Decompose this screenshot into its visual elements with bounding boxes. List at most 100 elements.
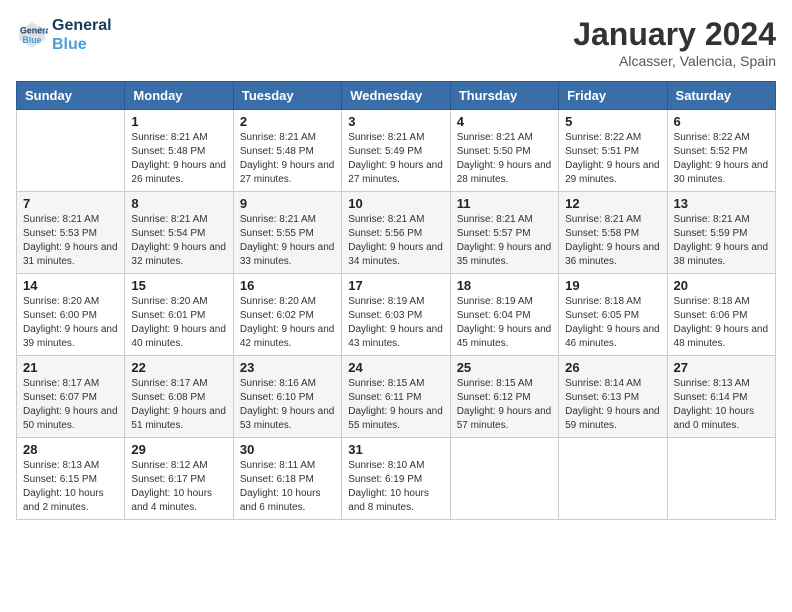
calendar-table: Sunday Monday Tuesday Wednesday Thursday…: [16, 81, 776, 520]
day-cell: 18 Sunrise: 8:19 AMSunset: 6:04 PMDayligh…: [450, 274, 558, 356]
day-cell: [450, 438, 558, 520]
day-cell: 24 Sunrise: 8:15 AMSunset: 6:11 PMDayligh…: [342, 356, 450, 438]
day-number: 28: [23, 442, 118, 457]
day-cell: 7 Sunrise: 8:21 AMSunset: 5:53 PMDaylight…: [17, 192, 125, 274]
day-info: Sunrise: 8:20 AMSunset: 6:00 PMDaylight:…: [23, 295, 118, 351]
week-row-4: 21 Sunrise: 8:17 AMSunset: 6:07 PMDayligh…: [17, 356, 776, 438]
week-row-5: 28 Sunrise: 8:13 AMSunset: 6:15 PMDayligh…: [17, 438, 776, 520]
day-number: 27: [674, 360, 769, 375]
header-tuesday: Tuesday: [233, 82, 341, 110]
day-info: Sunrise: 8:11 AMSunset: 6:18 PMDaylight:…: [240, 459, 335, 515]
day-cell: 26Sunrise: 8:14 AMSunset: 6:13 PMDayligh…: [559, 356, 667, 438]
day-number: 4: [457, 114, 552, 129]
day-number: 7: [23, 196, 118, 211]
day-info: Sunrise: 8:21 AMSunset: 5:48 PMDaylight:…: [131, 131, 226, 187]
day-number: 25: [457, 360, 552, 375]
day-number: 20: [674, 278, 769, 293]
day-number: 11: [457, 196, 552, 211]
day-cell: 15 Sunrise: 8:20 AMSunset: 6:01 PMDayligh…: [125, 274, 233, 356]
day-info: Sunrise: 8:10 AMSunset: 6:19 PMDaylight:…: [348, 459, 443, 515]
day-cell: [17, 110, 125, 192]
day-info: Sunrise: 8:22 AMSunset: 5:52 PMDaylight:…: [674, 131, 769, 187]
day-number: 22: [131, 360, 226, 375]
day-cell: 13Sunrise: 8:21 AMSunset: 5:59 PMDayligh…: [667, 192, 775, 274]
day-number: 14: [23, 278, 118, 293]
header-wednesday: Wednesday: [342, 82, 450, 110]
day-number: 17: [348, 278, 443, 293]
header-saturday: Saturday: [667, 82, 775, 110]
day-cell: [559, 438, 667, 520]
day-cell: 17Sunrise: 8:19 AMSunset: 6:03 PMDayligh…: [342, 274, 450, 356]
day-info: Sunrise: 8:13 AMSunset: 6:14 PMDaylight:…: [674, 377, 769, 433]
day-info: Sunrise: 8:13 AMSunset: 6:15 PMDaylight:…: [23, 459, 118, 515]
day-cell: 12Sunrise: 8:21 AMSunset: 5:58 PMDayligh…: [559, 192, 667, 274]
day-number: 24: [348, 360, 443, 375]
month-title: January 2024: [573, 16, 776, 53]
logo-line2: Blue: [52, 35, 112, 54]
day-number: 15: [131, 278, 226, 293]
day-number: 21: [23, 360, 118, 375]
day-cell: 19Sunrise: 8:18 AMSunset: 6:05 PMDayligh…: [559, 274, 667, 356]
day-info: Sunrise: 8:21 AMSunset: 5:50 PMDaylight:…: [457, 131, 552, 187]
day-number: 12: [565, 196, 660, 211]
day-info: Sunrise: 8:12 AMSunset: 6:17 PMDaylight:…: [131, 459, 226, 515]
day-number: 23: [240, 360, 335, 375]
day-info: Sunrise: 8:21 AMSunset: 5:54 PMDaylight:…: [131, 213, 226, 269]
week-row-2: 7 Sunrise: 8:21 AMSunset: 5:53 PMDaylight…: [17, 192, 776, 274]
logo-line1: General: [52, 16, 112, 35]
day-number: 1: [131, 114, 226, 129]
day-number: 9: [240, 196, 335, 211]
day-info: Sunrise: 8:21 AMSunset: 5:59 PMDaylight:…: [674, 213, 769, 269]
day-number: 26: [565, 360, 660, 375]
day-number: 5: [565, 114, 660, 129]
day-number: 3: [348, 114, 443, 129]
week-row-3: 14 Sunrise: 8:20 AMSunset: 6:00 PMDayligh…: [17, 274, 776, 356]
day-info: Sunrise: 8:22 AMSunset: 5:51 PMDaylight:…: [565, 131, 660, 187]
day-number: 10: [348, 196, 443, 211]
day-info: Sunrise: 8:21 AMSunset: 5:56 PMDaylight:…: [348, 213, 443, 269]
header-sunday: Sunday: [17, 82, 125, 110]
day-info: Sunrise: 8:21 AMSunset: 5:57 PMDaylight:…: [457, 213, 552, 269]
header-monday: Monday: [125, 82, 233, 110]
day-cell: 31 Sunrise: 8:10 AMSunset: 6:19 PMDayligh…: [342, 438, 450, 520]
day-cell: 14 Sunrise: 8:20 AMSunset: 6:00 PMDayligh…: [17, 274, 125, 356]
day-info: Sunrise: 8:21 AMSunset: 5:49 PMDaylight:…: [348, 131, 443, 187]
day-info: Sunrise: 8:21 AMSunset: 5:48 PMDaylight:…: [240, 131, 335, 187]
day-cell: 4 Sunrise: 8:21 AMSunset: 5:50 PMDaylight…: [450, 110, 558, 192]
day-info: Sunrise: 8:15 AMSunset: 6:11 PMDaylight:…: [348, 377, 443, 433]
day-info: Sunrise: 8:16 AMSunset: 6:10 PMDaylight:…: [240, 377, 335, 433]
day-cell: 29 Sunrise: 8:12 AMSunset: 6:17 PMDayligh…: [125, 438, 233, 520]
day-cell: 27 Sunrise: 8:13 AMSunset: 6:14 PMDayligh…: [667, 356, 775, 438]
day-cell: 16Sunrise: 8:20 AMSunset: 6:02 PMDayligh…: [233, 274, 341, 356]
day-info: Sunrise: 8:21 AMSunset: 5:53 PMDaylight:…: [23, 213, 118, 269]
week-row-1: 1 Sunrise: 8:21 AMSunset: 5:48 PMDaylight…: [17, 110, 776, 192]
title-block: January 2024 Alcasser, Valencia, Spain: [573, 16, 776, 69]
day-number: 18: [457, 278, 552, 293]
day-cell: 6 Sunrise: 8:22 AMSunset: 5:52 PMDaylight…: [667, 110, 775, 192]
day-info: Sunrise: 8:18 AMSunset: 6:06 PMDaylight:…: [674, 295, 769, 351]
day-info: Sunrise: 8:19 AMSunset: 6:04 PMDaylight:…: [457, 295, 552, 351]
day-cell: 22 Sunrise: 8:17 AMSunset: 6:08 PMDayligh…: [125, 356, 233, 438]
day-number: 8: [131, 196, 226, 211]
day-info: Sunrise: 8:21 AMSunset: 5:55 PMDaylight:…: [240, 213, 335, 269]
day-info: Sunrise: 8:18 AMSunset: 6:05 PMDaylight:…: [565, 295, 660, 351]
day-number: 29: [131, 442, 226, 457]
day-cell: 8 Sunrise: 8:21 AMSunset: 5:54 PMDaylight…: [125, 192, 233, 274]
day-number: 6: [674, 114, 769, 129]
day-cell: 5 Sunrise: 8:22 AMSunset: 5:51 PMDaylight…: [559, 110, 667, 192]
day-number: 31: [348, 442, 443, 457]
header-row: Sunday Monday Tuesday Wednesday Thursday…: [17, 82, 776, 110]
day-info: Sunrise: 8:20 AMSunset: 6:01 PMDaylight:…: [131, 295, 226, 351]
day-info: Sunrise: 8:17 AMSunset: 6:07 PMDaylight:…: [23, 377, 118, 433]
day-info: Sunrise: 8:17 AMSunset: 6:08 PMDaylight:…: [131, 377, 226, 433]
day-cell: 1 Sunrise: 8:21 AMSunset: 5:48 PMDaylight…: [125, 110, 233, 192]
logo-icon: General Blue: [16, 19, 48, 51]
header-thursday: Thursday: [450, 82, 558, 110]
day-cell: 25Sunrise: 8:15 AMSunset: 6:12 PMDayligh…: [450, 356, 558, 438]
page-header: General Blue General Blue January 2024 A…: [16, 16, 776, 69]
day-cell: 28 Sunrise: 8:13 AMSunset: 6:15 PMDayligh…: [17, 438, 125, 520]
day-cell: 30Sunrise: 8:11 AMSunset: 6:18 PMDayligh…: [233, 438, 341, 520]
svg-text:Blue: Blue: [22, 35, 41, 45]
header-friday: Friday: [559, 82, 667, 110]
logo: General Blue General Blue: [16, 16, 112, 54]
